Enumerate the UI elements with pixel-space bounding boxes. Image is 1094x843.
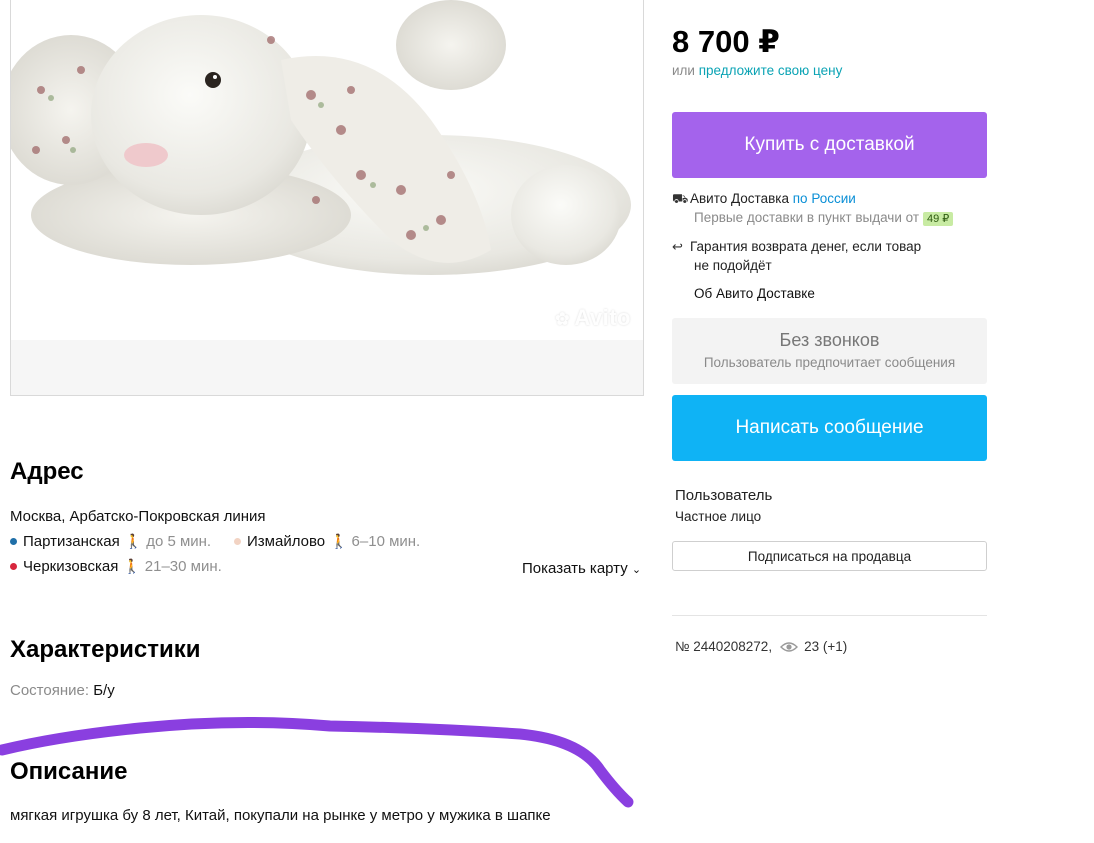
walking-icon: 🚶 [123,558,141,574]
ad-number: № 2440208272, [675,639,773,654]
view-count: 23 (+1) [804,639,848,654]
delivery-region-link[interactable]: по России [793,191,856,206]
walking-icon: 🚶 [330,533,348,549]
metro-station: Партизанская 🚶 до 5 мин. [10,533,211,550]
delivery-note: Первые доставки в пункт выдачи от 49 ₽ [694,210,954,226]
return-arrow-icon: ↩ [672,239,683,254]
guarantee-text: Гарантия возврата денег, если товар [690,239,922,254]
plush-bunny-image [11,0,631,275]
metro-station-name: Измайлово [247,533,326,550]
address-heading: Адрес [10,458,84,485]
description-heading: Описание [10,758,128,785]
offer-price-link[interactable]: предложите свою цену [699,63,843,78]
offer-price-row: или предложите свою цену [672,63,842,78]
no-calls-title: Без звонков [779,330,880,350]
avito-watermark: ✿ Avito [555,305,631,331]
delivery-row: ⛟ Авито Доставка по России [672,191,856,209]
address-line: Москва, Арбатско-Покровская линия [10,508,266,525]
truck-icon: ⛟ [672,191,689,206]
ad-meta: № 2440208272, 23 (+1) [675,639,847,654]
price: 8 700 ₽ [672,24,780,59]
write-message-button[interactable]: Написать сообщение [672,395,987,461]
condition-value: Б/у [93,682,115,699]
characteristics-heading: Характеристики [10,636,201,663]
description-text: мягкая игрушка бу 8 лет, Китай, покупали… [10,807,551,824]
about-delivery-link[interactable]: Об Авито Доставке [694,286,815,301]
delivery-note-text: Первые доставки в пункт выдачи от [694,210,920,225]
delivery-price-badge: 49 ₽ [923,212,954,226]
metro-walk-time: до 5 мин. [146,533,212,550]
metro-walk-time: 21–30 мин. [144,558,222,575]
chevron-down-icon: ⌄ [631,564,642,576]
show-map-link[interactable]: Показать карту ⌄ [522,560,641,577]
buy-with-delivery-button[interactable]: Купить с доставкой [672,112,987,178]
seller-name[interactable]: Пользователь [675,487,772,504]
show-map-label: Показать карту [522,560,628,577]
metro-station-name: Партизанская [23,533,120,550]
guarantee-row: ↩ Гарантия возврата денег, если товар [672,239,921,255]
divider [672,615,987,616]
watermark-text: Avito [574,305,631,330]
offer-prefix: или [672,63,695,78]
metro-walk-time: 6–10 мин. [351,533,421,550]
metro-line-dot [10,563,17,570]
listing-photo[interactable]: ✿ Avito [10,0,644,396]
marker-underline [0,716,634,808]
metro-station-name: Черкизовская [23,558,119,575]
metro-station: Черкизовская 🚶 21–30 мин. [10,558,222,575]
metro-station: Измайлово 🚶 6–10 мин. [234,533,420,550]
guarantee-text-2: не подойдёт [694,258,772,273]
photo-bottom-band [11,340,643,395]
metro-line-dot [234,538,241,545]
seller-type: Частное лицо [675,509,762,524]
avito-logo-icon: ✿ [554,309,571,329]
no-calls-subtitle: Пользователь предпочитает сообщения [703,355,956,370]
delivery-title: Авито Доставка [690,191,789,206]
no-calls-panel: Без звонков Пользователь предпочитает со… [672,318,987,384]
condition-row: Состояние: Б/у [10,682,115,699]
eye-icon [780,641,799,652]
condition-label: Состояние: [10,682,90,699]
subscribe-seller-button[interactable]: Подписаться на продавца [672,541,987,571]
metro-line-dot [10,538,17,545]
walking-icon: 🚶 [124,533,143,549]
